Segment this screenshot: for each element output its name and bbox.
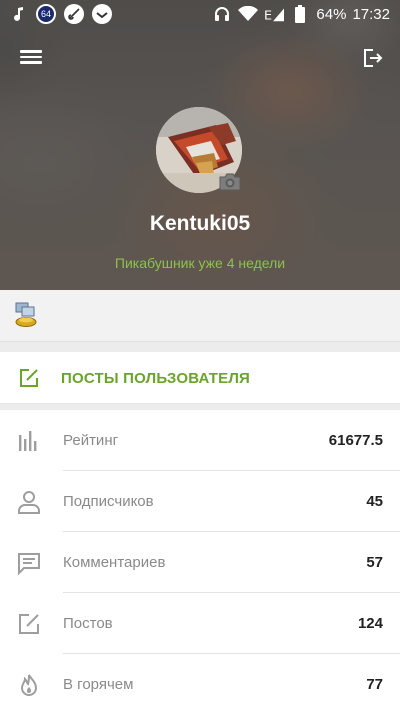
user-posts-label: ПОСТЫ ПОЛЬЗОВАТЕЛЯ [61, 370, 251, 387]
comment-icon [17, 551, 41, 576]
hamburger-menu-icon[interactable] [20, 47, 42, 67]
battery-percent: 64% [316, 5, 347, 23]
music-note-icon [8, 4, 28, 24]
guitar-app-icon [64, 4, 84, 24]
stat-row-rating: Рейтинг 61677.5 [0, 410, 400, 471]
stat-value: 77 [366, 676, 383, 693]
stat-row-posts[interactable]: Постов 124 [0, 593, 400, 654]
person-icon [17, 490, 41, 514]
user-posts-button[interactable]: ПОСТЫ ПОЛЬЗОВАТЕЛЯ [0, 352, 400, 404]
stat-value: 124 [357, 615, 383, 632]
headphones-icon [212, 4, 232, 24]
badge-64-icon: 64 [36, 4, 56, 24]
stat-row-hot[interactable]: В горячем 77 [0, 654, 400, 711]
stat-value: 57 [366, 554, 383, 571]
rating-bars-icon [17, 429, 41, 453]
badge-number: 64 [40, 9, 51, 19]
award-badge-icon[interactable] [14, 302, 38, 328]
edit-square-icon [18, 367, 40, 389]
app-check-icon [92, 4, 112, 24]
stat-name: В горячем [63, 676, 134, 693]
stat-name: Подписчиков [63, 493, 154, 510]
profile-header: 64 E 64% 17:32 Kentuki05 Пикабушник уже … [0, 0, 400, 290]
svg-text:E: E [264, 7, 272, 22]
username: Kentuki05 [149, 212, 251, 235]
battery-icon [290, 4, 310, 24]
edit-square-icon [17, 612, 41, 636]
stat-row-comments[interactable]: Комментариев 57 [0, 532, 400, 593]
stat-name: Комментариев [63, 554, 166, 571]
stat-row-subscribers[interactable]: Подписчиков 45 [0, 471, 400, 532]
stats-list: Рейтинг 61677.5 Подписчиков 45 Комментар… [0, 410, 400, 711]
stat-value: 61677.5 [328, 432, 383, 449]
stat-value: 45 [366, 493, 383, 510]
signal-e-icon: E [264, 4, 285, 24]
member-since-text: Пикабушник уже 4 недели [114, 255, 286, 271]
camera-icon[interactable] [218, 172, 242, 192]
status-bar: 64 E 64% 17:32 [0, 0, 400, 28]
stat-name: Постов [63, 615, 113, 632]
stat-name: Рейтинг [63, 432, 119, 449]
awards-strip [0, 290, 400, 342]
wifi-icon [238, 4, 259, 24]
logout-icon[interactable] [362, 48, 384, 68]
fire-icon [17, 673, 41, 697]
clock: 17:32 [352, 5, 390, 23]
